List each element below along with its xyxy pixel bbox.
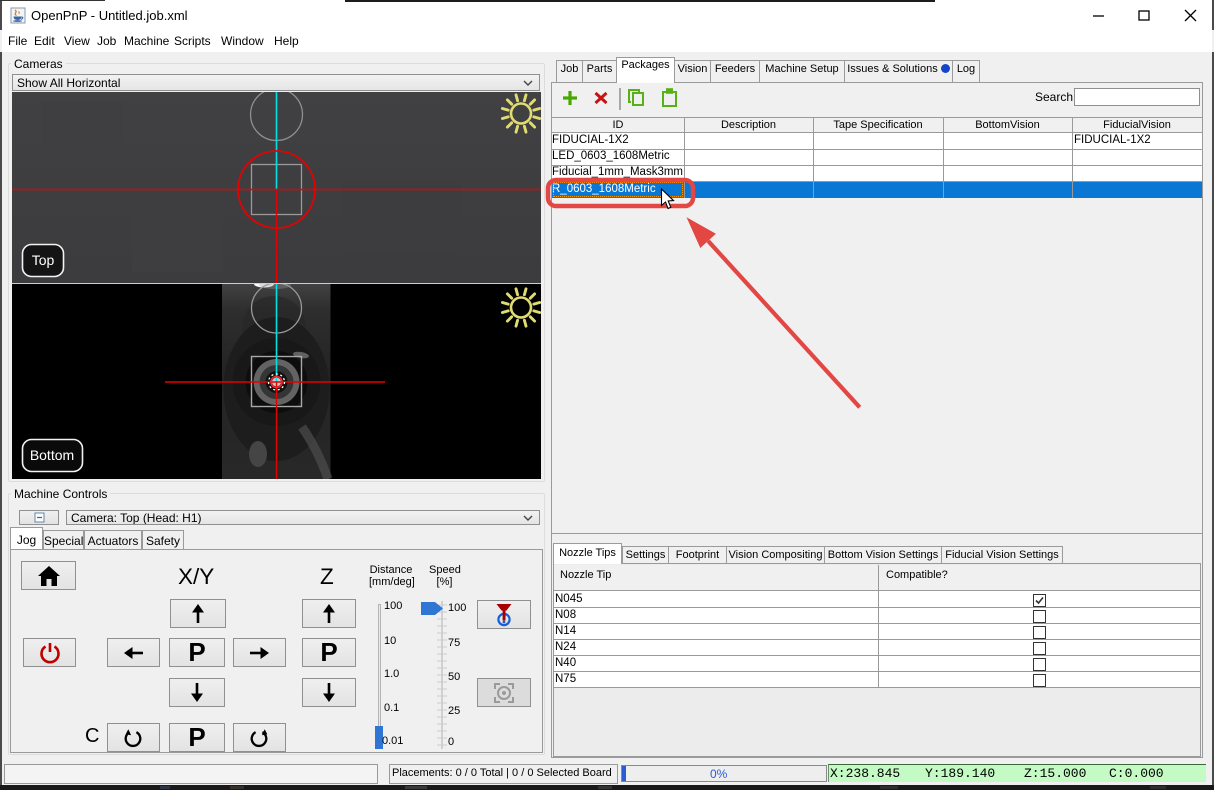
svg-text:Bottom: Bottom — [30, 447, 74, 463]
svg-text:Top: Top — [32, 252, 55, 268]
